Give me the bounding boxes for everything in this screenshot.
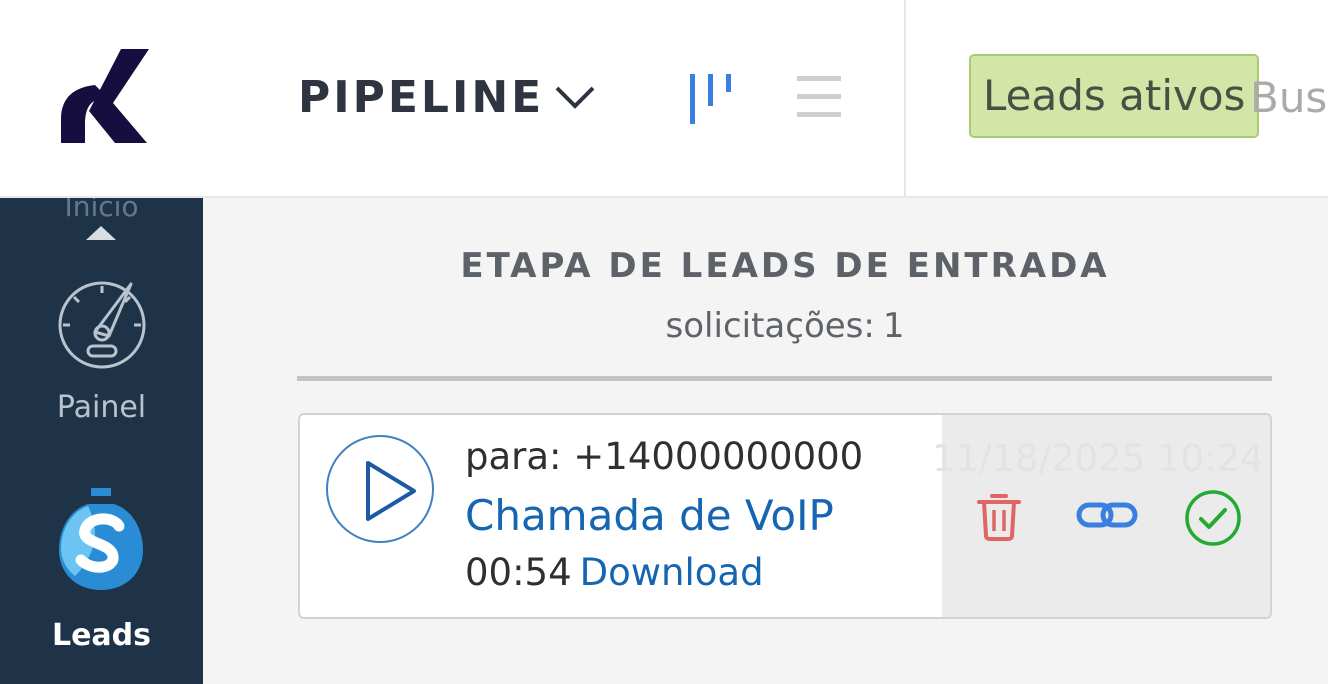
lead-call-type-link[interactable]: Chamada de VoIP (465, 491, 834, 540)
lead-destination-number: para: +14000000000 (465, 435, 864, 478)
money-bag-icon (59, 488, 143, 590)
top-header: PIPELINE Leads ativos (0, 0, 1328, 198)
header-divider (904, 0, 906, 196)
sidebar-item-label: Painel (56, 390, 147, 425)
lead-timestamp: 11/18/2025 10:24 (932, 437, 1264, 480)
sidebar-item-leads[interactable]: Leads (0, 480, 203, 670)
search-input[interactable] (1250, 62, 1328, 132)
link-icon[interactable] (1076, 495, 1138, 535)
lead-call-info: 00:54 Download (465, 551, 764, 594)
sidebar-item-painel[interactable]: Painel (0, 272, 203, 432)
speedometer-icon (58, 281, 146, 369)
trash-icon[interactable] (976, 491, 1022, 541)
play-recording-button[interactable] (326, 435, 434, 543)
kanban-view-icon[interactable] (686, 72, 740, 126)
play-icon (366, 461, 416, 521)
stage-count-label: solicitações: (665, 306, 875, 346)
check-circle-icon[interactable] (1184, 489, 1242, 547)
sidebar-item-inicio-label[interactable]: Início (0, 198, 203, 223)
lead-card[interactable]: para: +14000000000 Chamada de VoIP 00:54… (298, 413, 1272, 619)
stage-count-value: 1 (882, 306, 905, 346)
active-leads-filter-chip[interactable]: Leads ativos (969, 54, 1260, 138)
app-logo-icon[interactable] (55, 45, 151, 145)
stage-title: ETAPA DE LEADS DE ENTRADA (460, 246, 1110, 286)
list-view-icon[interactable] (794, 72, 844, 122)
chevron-down-icon[interactable] (553, 80, 597, 114)
sidebar: Início Painel Leads (0, 198, 203, 684)
sidebar-item-label: Leads (51, 618, 152, 653)
lead-call-duration: 00:54 (465, 551, 572, 594)
download-recording-link[interactable]: Download (580, 551, 764, 594)
stage-request-count: solicitações: 1 (298, 306, 1272, 346)
pipeline-selector-title[interactable]: PIPELINE (298, 72, 544, 123)
scroll-up-arrow-icon[interactable] (86, 226, 116, 240)
stage-divider (297, 376, 1272, 381)
